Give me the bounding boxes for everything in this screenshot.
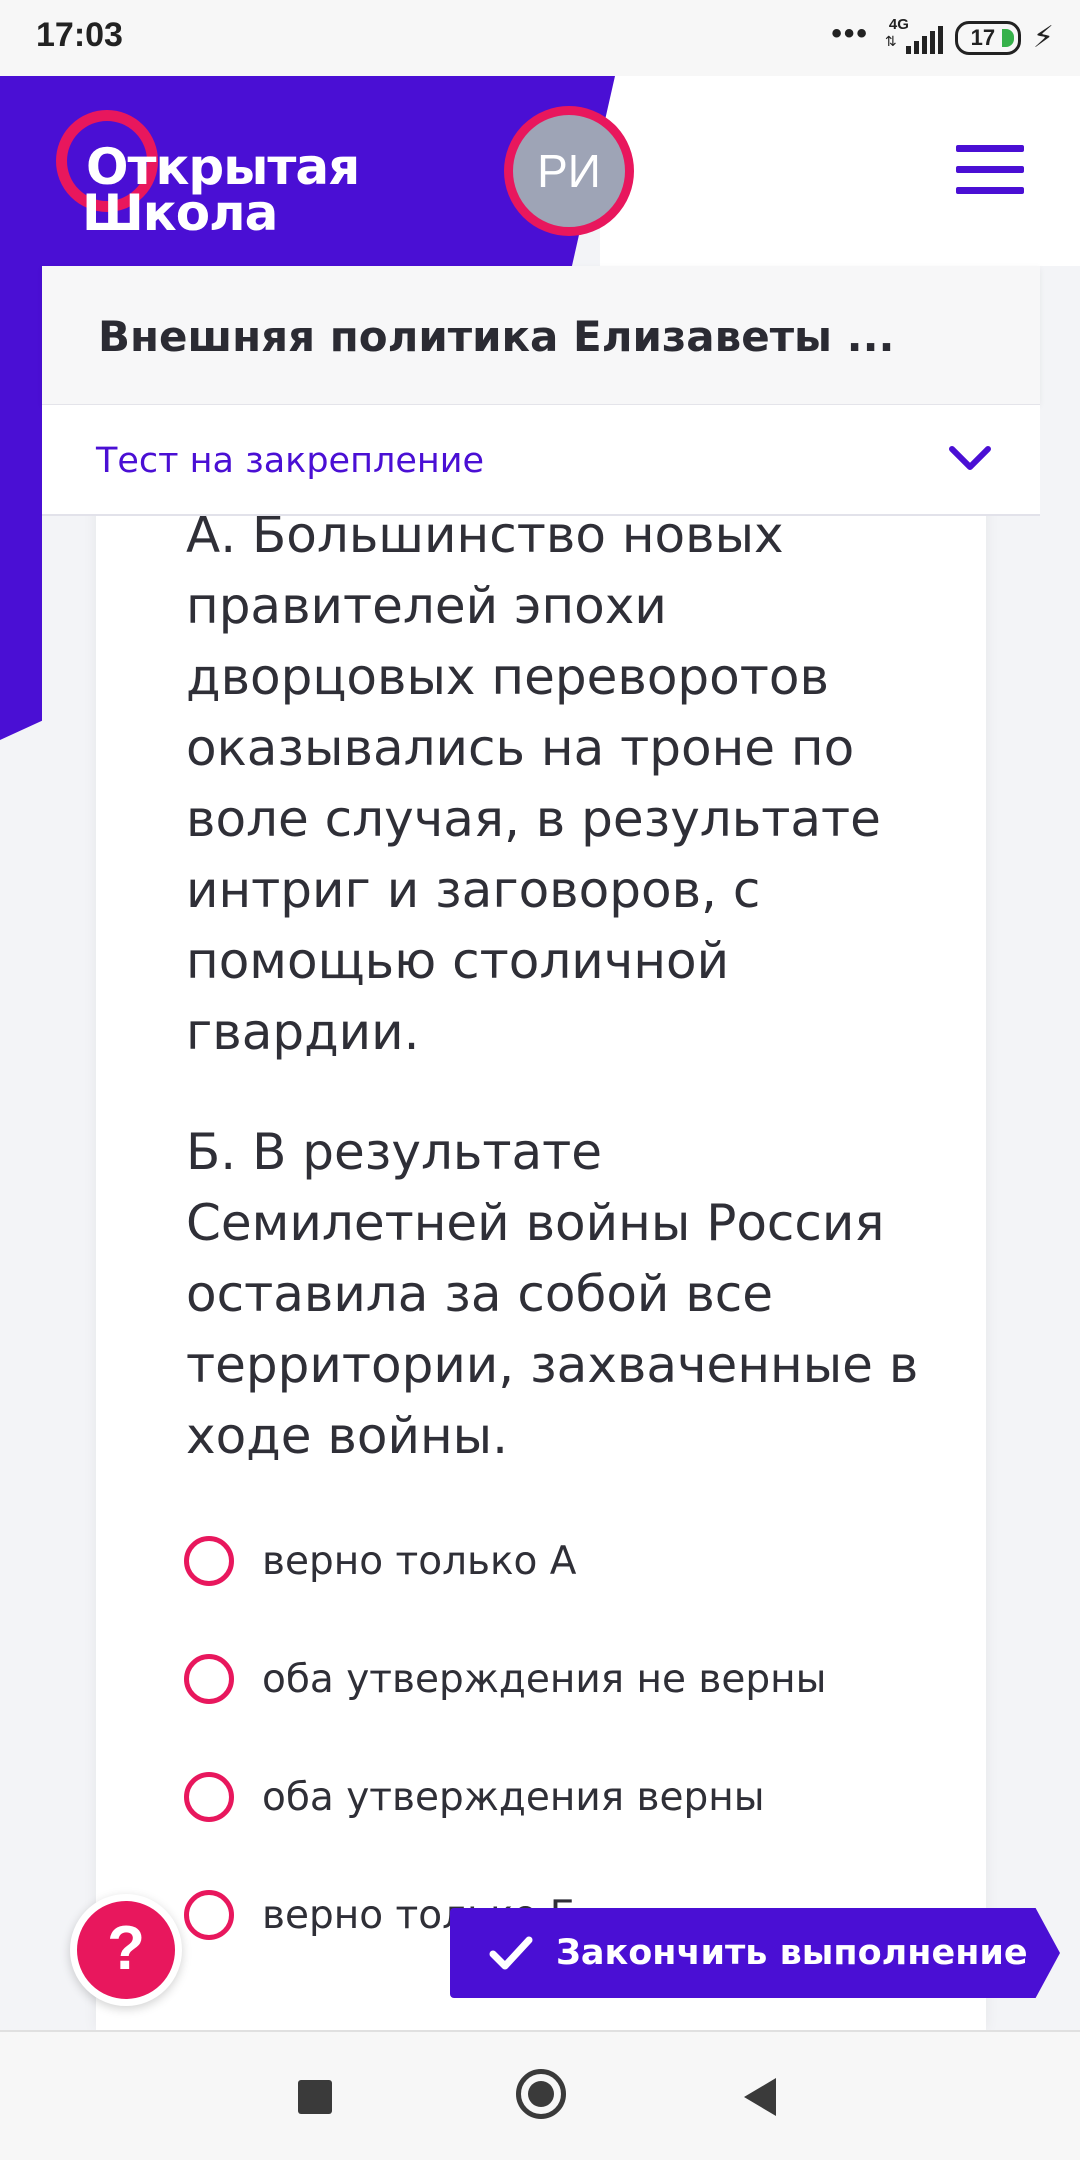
answer-option-label: верно только А [262, 1538, 577, 1584]
battery-level: 17 [970, 25, 996, 50]
radio-button[interactable] [184, 1654, 234, 1704]
finish-button[interactable]: Закончить выполнение [450, 1908, 1060, 1998]
signal-icon: 4G ⇅ [881, 16, 943, 56]
system-nav-bar [0, 2030, 1080, 2160]
side-accent [0, 260, 42, 740]
finish-button-label: Закончить выполнение [556, 1933, 1028, 1973]
recent-apps-icon[interactable] [298, 2080, 332, 2114]
bolt-icon: ⚡ [1032, 20, 1054, 55]
checkmark-icon [489, 1936, 533, 1970]
section-dropdown-value: Тест на закрепление [96, 441, 485, 481]
hamburger-menu-icon[interactable] [956, 145, 1026, 195]
answer-option-label: оба утверждения не верны [262, 1656, 827, 1702]
home-icon[interactable] [516, 2069, 566, 2119]
open-school-logo[interactable]: Открытая Школа [56, 108, 376, 248]
radio-button[interactable] [184, 1536, 234, 1586]
answer-option[interactable]: оба утверждения не верны [184, 1649, 826, 1709]
user-avatar[interactable]: РИ [504, 106, 634, 236]
back-icon[interactable] [744, 2078, 776, 2116]
status-icons: ••• 4G ⇅ 17 ⚡ [831, 16, 1054, 58]
statement-b: Б. В результате Семилетней войны Россия … [186, 1123, 919, 1465]
question-card: А. Большинство новых правителей эпохи дв… [96, 500, 986, 2030]
logo-line-2: Школа [82, 184, 278, 242]
answer-option[interactable]: верно только А [184, 1531, 576, 1591]
radio-button[interactable] [184, 1890, 234, 1940]
lesson-title-card: Внешняя политика Елизаветы ... [42, 266, 1040, 404]
battery-icon: 17 [954, 21, 1021, 55]
status-time: 17:03 [36, 16, 123, 54]
answer-option-label: оба утверждения верны [262, 1774, 765, 1820]
chevron-down-icon [949, 446, 991, 470]
answer-option[interactable]: оба утверждения верны [184, 1767, 765, 1827]
section-dropdown[interactable]: Тест на закрепление [42, 404, 1040, 516]
statement-a: А. Большинство новых правителей эпохи дв… [186, 506, 881, 1061]
lesson-title: Внешняя политика Елизаветы ... [98, 312, 895, 361]
radio-button[interactable] [184, 1772, 234, 1822]
help-button[interactable]: ? [70, 1894, 182, 2006]
more-notifications-icon: ••• [831, 17, 869, 50]
status-bar: 17:03 ••• 4G ⇅ 17 ⚡ [0, 0, 1080, 76]
